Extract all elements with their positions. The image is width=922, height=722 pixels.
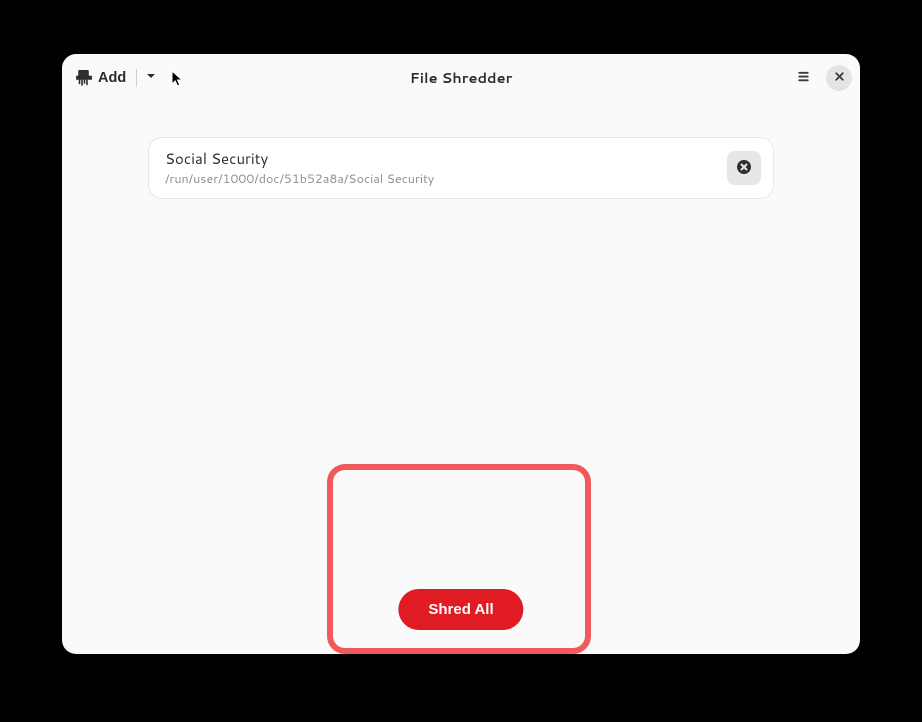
header-right-group: [790, 65, 852, 91]
app-title: File Shredder: [410, 67, 513, 88]
header-bar: Add File Shredder: [62, 54, 860, 101]
content-area: Social Security /run/user/1000/doc/51b52…: [62, 101, 860, 654]
file-info: Social Security /run/user/1000/doc/51b52…: [165, 148, 434, 188]
chevron-down-icon: [145, 70, 157, 85]
menu-button[interactable]: [790, 65, 816, 91]
header-left-group: Add: [70, 64, 162, 91]
add-button-label: Add: [98, 70, 126, 86]
remove-file-button[interactable]: [727, 151, 761, 185]
file-name: Social Security: [165, 148, 434, 169]
shred-all-button[interactable]: Shred All: [398, 589, 523, 630]
close-button[interactable]: [826, 65, 852, 91]
toolbar-separator: [136, 69, 137, 87]
file-row[interactable]: Social Security /run/user/1000/doc/51b52…: [148, 137, 774, 199]
add-dropdown-button[interactable]: [140, 64, 162, 91]
shredder-icon: [76, 70, 92, 86]
app-window: Add File Shredder: [62, 54, 860, 654]
add-button[interactable]: Add: [70, 66, 132, 90]
file-path: /run/user/1000/doc/51b52a8a/Social Secur…: [165, 170, 434, 188]
hamburger-icon: [796, 69, 811, 87]
remove-circle-icon: [736, 159, 752, 178]
close-icon: [833, 70, 846, 86]
